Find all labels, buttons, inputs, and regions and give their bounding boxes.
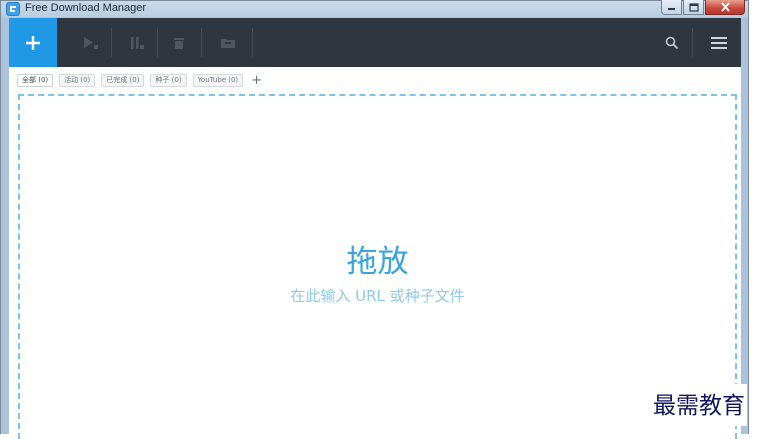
folder-icon xyxy=(221,38,235,48)
maximize-icon xyxy=(688,2,699,12)
title-bar[interactable]: Free Download Manager xyxy=(1,0,748,18)
drop-zone[interactable]: 拖放 在此输入 URL 或种子文件 xyxy=(18,94,737,439)
toolbar-divider xyxy=(252,28,253,57)
minimize-button[interactable] xyxy=(661,0,682,15)
play-icon xyxy=(84,36,98,49)
pause-icon xyxy=(131,36,144,49)
toolbar-divider xyxy=(201,28,202,57)
add-tag-button[interactable]: + xyxy=(251,74,262,87)
delete-button[interactable] xyxy=(159,18,199,67)
fdm-logo-icon xyxy=(6,2,20,16)
plus-icon xyxy=(26,35,40,50)
watermark: 最需教育 xyxy=(651,384,747,426)
search-icon xyxy=(665,36,679,49)
main-menu-button[interactable] xyxy=(699,18,739,67)
window-title: Free Download Manager xyxy=(25,2,147,14)
toolbar-divider xyxy=(157,28,158,57)
search-button[interactable] xyxy=(652,18,692,67)
main-toolbar xyxy=(9,18,741,67)
drop-title: 拖放 xyxy=(346,244,409,280)
tab-active[interactable]: 活动 (0) xyxy=(59,74,96,87)
filter-tabs: 全部 (0) 活动 (0) 已完成 (0) 种子 (0) YouTube (0)… xyxy=(17,74,262,87)
tab-youtube[interactable]: YouTube (0) xyxy=(192,74,244,87)
toolbar-divider xyxy=(692,28,693,57)
tab-all[interactable]: 全部 (0) xyxy=(17,74,54,87)
app-window: Free Download Manager 全部 (0) 活动 (0) 已完成 … xyxy=(0,0,749,439)
add-download-button[interactable] xyxy=(9,18,57,67)
close-button[interactable] xyxy=(705,0,745,15)
pause-button[interactable] xyxy=(117,18,157,67)
drop-hint: 在此输入 URL 或种子文件 xyxy=(290,287,465,305)
minimize-icon xyxy=(668,8,675,10)
tab-torrents[interactable]: 种子 (0) xyxy=(150,74,187,87)
window-controls xyxy=(661,0,745,15)
menu-icon xyxy=(711,36,727,49)
background xyxy=(749,0,774,434)
move-to-folder-button[interactable] xyxy=(208,18,248,67)
maximize-button[interactable] xyxy=(683,0,704,15)
toolbar-divider xyxy=(111,28,112,57)
trash-icon xyxy=(174,37,184,49)
downloads-panel: 全部 (0) 活动 (0) 已完成 (0) 种子 (0) YouTube (0)… xyxy=(9,67,741,439)
resume-button[interactable] xyxy=(71,18,111,67)
tab-completed[interactable]: 已完成 (0) xyxy=(101,74,145,87)
close-icon xyxy=(720,2,730,12)
